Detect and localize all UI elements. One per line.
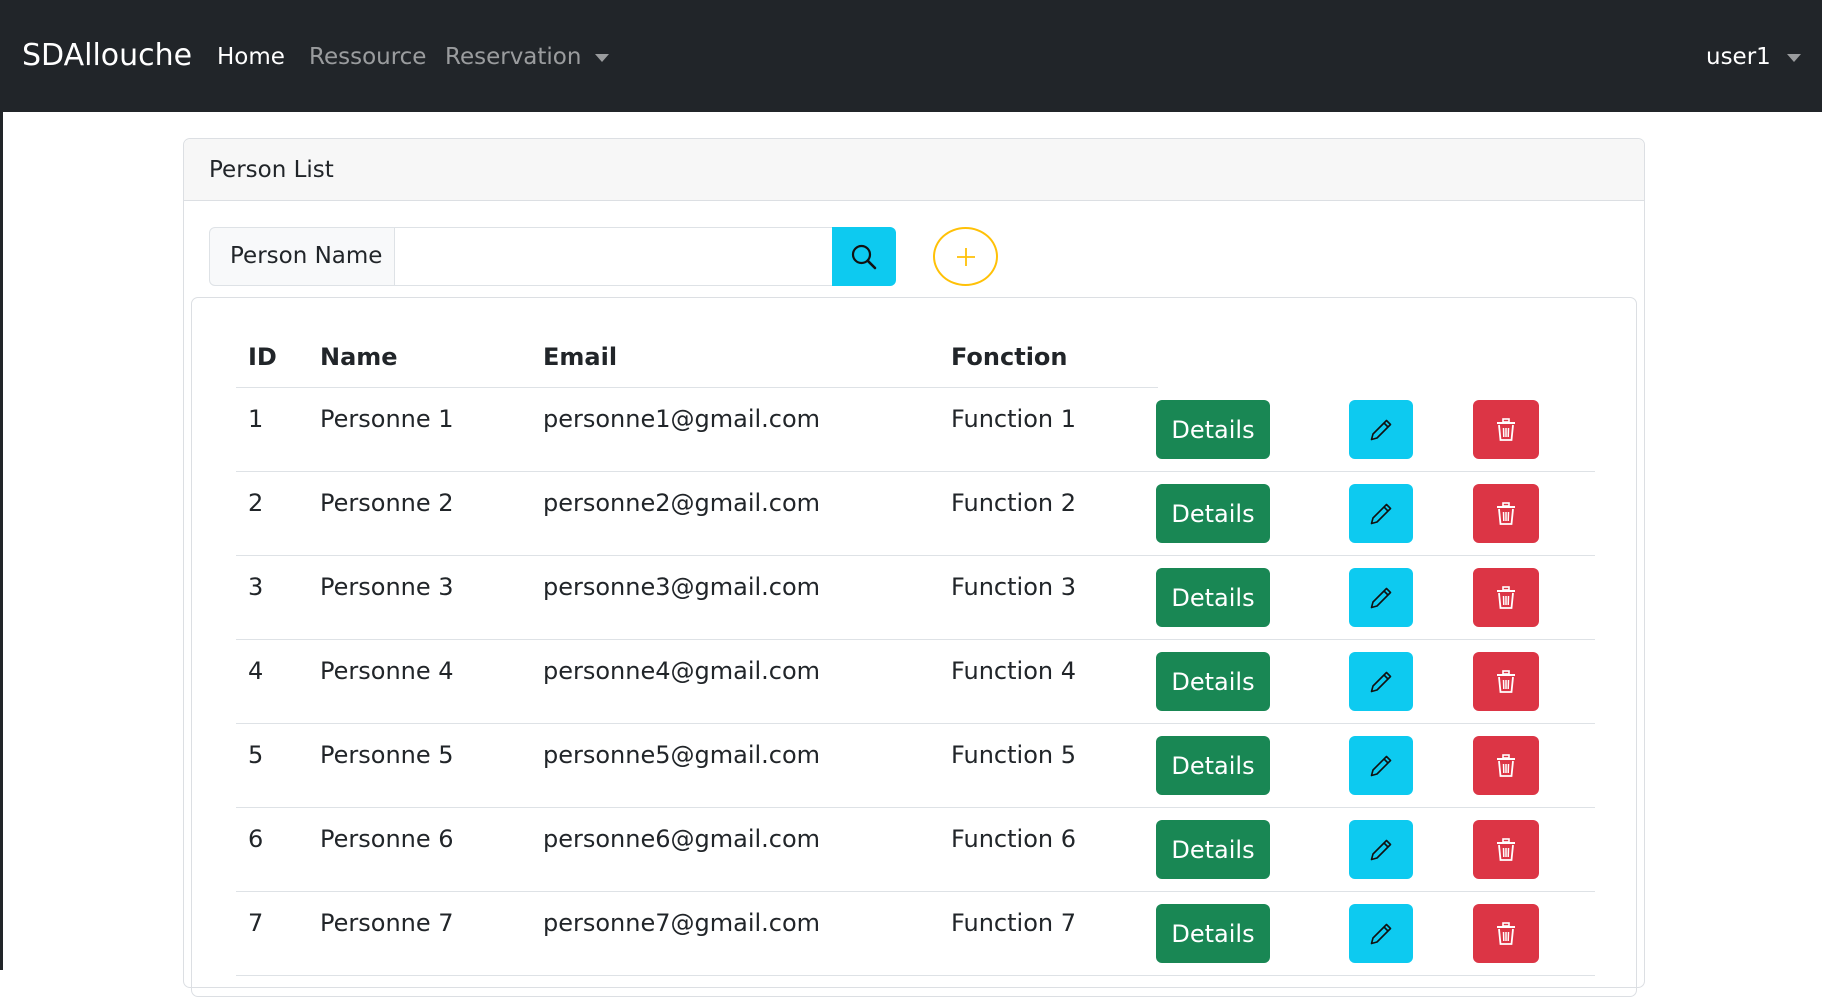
chevron-down-icon (595, 54, 609, 62)
details-button[interactable]: Details (1156, 484, 1270, 543)
trash-icon (1494, 921, 1518, 947)
header-email: Email (543, 340, 617, 374)
header-fonction: Fonction (951, 340, 1068, 374)
nav-reservation[interactable]: Reservation (445, 40, 609, 74)
trash-icon (1494, 837, 1518, 863)
header-name: Name (320, 340, 398, 374)
cell-fonction: Function 6 (951, 822, 1076, 856)
cell-email: personne4@gmail.com (543, 654, 820, 688)
pencil-icon (1368, 417, 1394, 443)
cell-fonction: Function 3 (951, 570, 1076, 604)
cell-fonction: Function 7 (951, 906, 1076, 940)
nav-home[interactable]: Home (217, 40, 285, 74)
cell-email: personne5@gmail.com (543, 738, 820, 772)
details-button[interactable]: Details (1156, 652, 1270, 711)
pencil-icon (1368, 501, 1394, 527)
pencil-icon (1368, 669, 1394, 695)
table-row: 4 Personne 4 personne4@gmail.com Function 4… (236, 640, 1595, 724)
cell-fonction: Function 1 (951, 402, 1076, 436)
trash-icon (1494, 417, 1518, 443)
window-edge (0, 112, 3, 970)
trash-icon (1494, 585, 1518, 611)
user-menu[interactable]: user1 (1706, 40, 1801, 74)
add-person-button[interactable] (933, 227, 998, 286)
cell-fonction: Function 2 (951, 486, 1076, 520)
pencil-icon (1368, 921, 1394, 947)
details-button[interactable]: Details (1156, 400, 1270, 459)
delete-button[interactable] (1473, 568, 1539, 627)
edit-button[interactable] (1349, 736, 1413, 795)
search-icon (850, 243, 878, 271)
delete-button[interactable] (1473, 484, 1539, 543)
trash-icon (1494, 753, 1518, 779)
cell-email: personne6@gmail.com (543, 822, 820, 856)
details-button[interactable]: Details (1156, 568, 1270, 627)
user-name: user1 (1706, 44, 1771, 70)
cell-email: personne1@gmail.com (543, 402, 820, 436)
edit-button[interactable] (1349, 652, 1413, 711)
cell-id: 4 (248, 654, 263, 688)
cell-id: 5 (248, 738, 263, 772)
table-row: 6 Personne 6 personne6@gmail.com Function 6… (236, 808, 1595, 892)
delete-button[interactable] (1473, 736, 1539, 795)
cell-email: personne7@gmail.com (543, 906, 820, 940)
cell-name: Personne 2 (320, 486, 454, 520)
cell-email: personne2@gmail.com (543, 486, 820, 520)
cell-name: Personne 1 (320, 402, 454, 436)
cell-id: 6 (248, 822, 263, 856)
table-row: 1 Personne 1 personne1@gmail.com Function 1… (236, 388, 1595, 472)
cell-fonction: Function 5 (951, 738, 1076, 772)
person-list-card: Person List Person Name ID Name Email Fo… (183, 138, 1645, 988)
delete-button[interactable] (1473, 904, 1539, 963)
cell-id: 1 (248, 402, 263, 436)
cell-name: Personne 3 (320, 570, 454, 604)
details-button[interactable]: Details (1156, 736, 1270, 795)
table-row: 7 Personne 7 personne7@gmail.com Function 7… (236, 892, 1595, 976)
chevron-down-icon (1787, 54, 1801, 62)
cell-id: 2 (248, 486, 263, 520)
cell-name: Personne 6 (320, 822, 454, 856)
search-group: Person Name (209, 227, 896, 286)
brand-logo[interactable]: SDAllouche (22, 36, 192, 76)
trash-icon (1494, 669, 1518, 695)
details-button[interactable]: Details (1156, 820, 1270, 879)
delete-button[interactable] (1473, 820, 1539, 879)
pencil-icon (1368, 753, 1394, 779)
edit-button[interactable] (1349, 820, 1413, 879)
cell-id: 7 (248, 906, 263, 940)
table-row: 2 Personne 2 personne2@gmail.com Function 2… (236, 472, 1595, 556)
pencil-icon (1368, 585, 1394, 611)
cell-name: Personne 4 (320, 654, 454, 688)
delete-button[interactable] (1473, 652, 1539, 711)
details-button[interactable]: Details (1156, 904, 1270, 963)
header-id: ID (248, 340, 277, 374)
table-row: 5 Personne 5 personne5@gmail.com Function 5… (236, 724, 1595, 808)
nav-ressource[interactable]: Ressource (309, 40, 426, 74)
edit-button[interactable] (1349, 904, 1413, 963)
table-row: 3 Personne 3 personne3@gmail.com Function 3… (236, 556, 1595, 640)
top-navbar: SDAllouche Home Ressource Reservation us… (0, 0, 1822, 112)
cell-name: Personne 7 (320, 906, 454, 940)
cell-id: 3 (248, 570, 263, 604)
cell-name: Personne 5 (320, 738, 454, 772)
edit-button[interactable] (1349, 400, 1413, 459)
search-label: Person Name (209, 227, 395, 286)
edit-button[interactable] (1349, 568, 1413, 627)
search-button[interactable] (832, 227, 896, 286)
delete-button[interactable] (1473, 400, 1539, 459)
cell-fonction: Function 4 (951, 654, 1076, 688)
pencil-icon (1368, 837, 1394, 863)
plus-icon (954, 245, 978, 269)
person-table: ID Name Email Fonction 1 Personne 1 person… (191, 297, 1637, 997)
cell-email: personne3@gmail.com (543, 570, 820, 604)
nav-reservation-label: Reservation (445, 44, 581, 70)
card-title: Person List (184, 139, 1644, 201)
trash-icon (1494, 501, 1518, 527)
search-input[interactable] (395, 227, 832, 286)
edit-button[interactable] (1349, 484, 1413, 543)
